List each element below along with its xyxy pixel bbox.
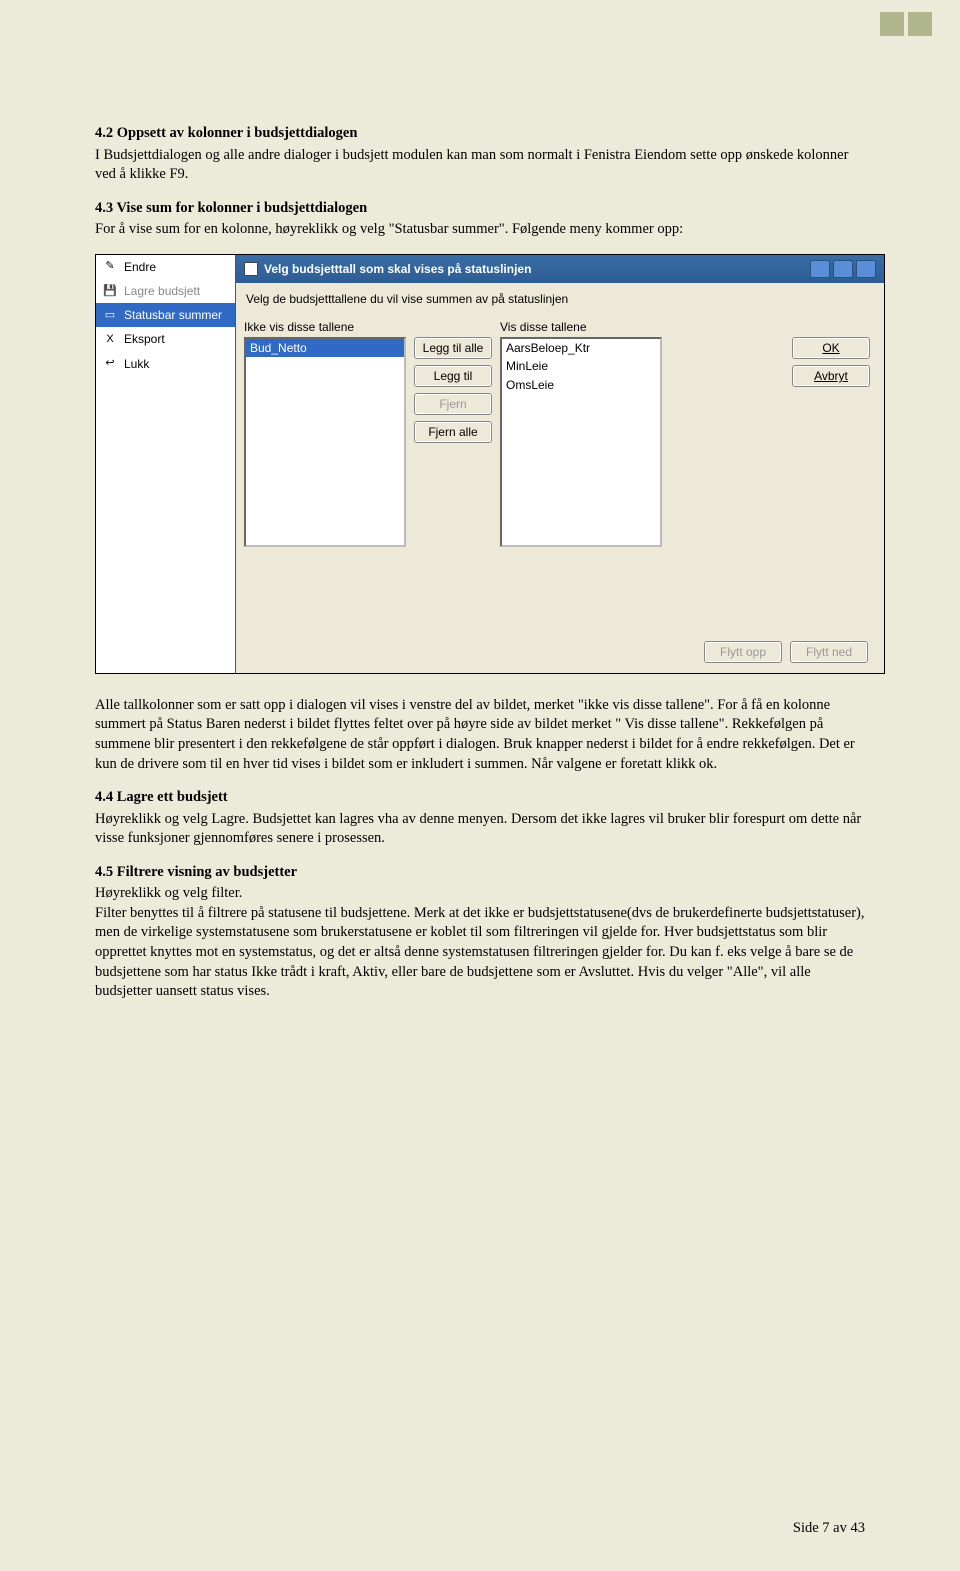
menu-item-label: Statusbar summer	[124, 307, 222, 323]
menu-item-icon: ✎	[102, 259, 118, 275]
dialog-title: Velg budsjetttall som skal vises på stat…	[264, 261, 531, 277]
move-down-button[interactable]: Flytt ned	[790, 641, 868, 663]
heading-4-2: 4.2 Oppsett av kolonner i budsjettdialog…	[95, 124, 865, 144]
heading-4-4: 4.4 Lagre ett budsjett	[95, 788, 865, 808]
context-menu-item[interactable]: ▭ Statusbar summer	[96, 303, 235, 327]
paragraph: Alle tallkolonner som er satt opp i dial…	[95, 696, 865, 774]
window-icon	[244, 262, 258, 276]
menu-item-label: Lagre budsjett	[124, 283, 200, 299]
heading-4-3: 4.3 Vise sum for kolonner i budsjettdial…	[95, 199, 865, 219]
paragraph: Høyreklikk og velg Lagre. Budsjettet kan…	[95, 810, 865, 849]
list-item[interactable]: AarsBeloep_Ktr	[502, 339, 660, 357]
list-item[interactable]: Bud_Netto	[246, 339, 404, 357]
add-button[interactable]: Legg til	[414, 365, 492, 387]
cancel-button[interactable]: Avbryt	[792, 365, 870, 387]
move-buttons: Flytt opp Flytt ned	[236, 637, 884, 663]
menu-item-label: Eksport	[124, 331, 165, 347]
maximize-icon[interactable]	[833, 260, 853, 278]
context-menu: ✎ Endre 💾 Lagre budsjett ▭ Statusbar summer XE…	[96, 255, 236, 673]
menu-item-label: Endre	[124, 259, 156, 275]
paragraph: I Budsjettdialogen og alle andre dialoge…	[95, 146, 865, 185]
confirm-buttons: OK Avbryt	[792, 319, 870, 387]
dialog-screenshot: ✎ Endre 💾 Lagre budsjett ▭ Statusbar summer XE…	[95, 254, 885, 674]
transfer-buttons: Legg til alle Legg til Fjern Fjern alle	[414, 319, 492, 443]
ok-button[interactable]: OK	[792, 337, 870, 359]
context-menu-item[interactable]: 💾 Lagre budsjett	[96, 279, 235, 303]
left-column: Ikke vis disse tallene Bud_Netto	[244, 319, 406, 547]
menu-item-icon: ▭	[102, 307, 118, 323]
paragraph: For å vise sum for en kolonne, høyreklik…	[95, 220, 865, 240]
page-decoration	[880, 12, 932, 36]
right-listbox[interactable]: AarsBeloep_KtrMinLeieOmsLeie	[500, 337, 662, 547]
remove-button[interactable]: Fjern	[414, 393, 492, 415]
close-icon[interactable]	[856, 260, 876, 278]
heading-4-5: 4.5 Filtrere visning av budsjetter	[95, 863, 865, 883]
move-up-button[interactable]: Flytt opp	[704, 641, 782, 663]
left-listbox[interactable]: Bud_Netto	[244, 337, 406, 547]
list-item[interactable]: MinLeie	[502, 357, 660, 375]
paragraph: Høyreklikk og velg filter. Filter benytt…	[95, 884, 865, 1001]
dialog-prompt: Velg de budsjetttallene du vil vise summ…	[236, 283, 884, 315]
context-menu-item[interactable]: X Eksport	[96, 327, 235, 351]
menu-item-label: Lukk	[124, 356, 149, 372]
remove-all-button[interactable]: Fjern alle	[414, 421, 492, 443]
left-list-label: Ikke vis disse tallene	[244, 319, 406, 335]
add-all-button[interactable]: Legg til alle	[414, 337, 492, 359]
dialog-window: Velg budsjetttall som skal vises på stat…	[236, 255, 884, 673]
minimize-icon[interactable]	[810, 260, 830, 278]
dialog-titlebar: Velg budsjetttall som skal vises på stat…	[236, 255, 884, 283]
page-content: 4.2 Oppsett av kolonner i budsjettdialog…	[0, 0, 960, 1056]
list-item[interactable]: OmsLeie	[502, 376, 660, 394]
menu-item-icon: X	[102, 331, 118, 347]
page-footer: Side 7 av 43	[793, 1520, 865, 1537]
right-column: Vis disse tallene AarsBeloep_KtrMinLeieO…	[500, 319, 662, 547]
right-list-label: Vis disse tallene	[500, 319, 662, 335]
context-menu-item[interactable]: ✎ Endre	[96, 255, 235, 279]
menu-item-icon: ↩	[102, 356, 118, 372]
menu-item-icon: 💾	[102, 283, 118, 299]
context-menu-item[interactable]: ↩ Lukk	[96, 352, 235, 376]
